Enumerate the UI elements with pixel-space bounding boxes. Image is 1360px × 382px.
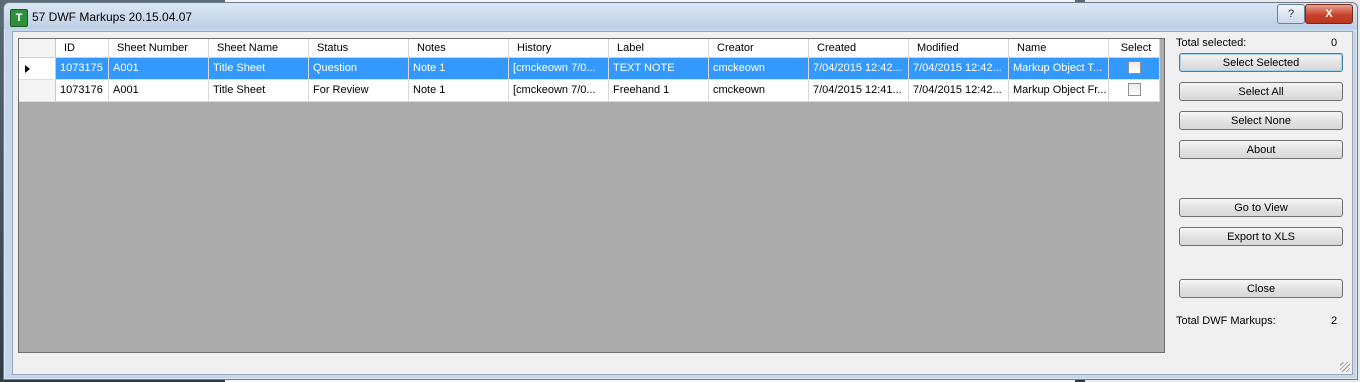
export-to-xls-button[interactable]: Export to XLS xyxy=(1179,227,1343,246)
title-bar[interactable]: T 57 DWF Markups 20.15.04.07 ? X xyxy=(4,3,1357,29)
total-markups-label: Total DWF Markups: xyxy=(1176,315,1276,327)
markups-grid[interactable]: ID Sheet Number Sheet Name Status Notes … xyxy=(18,38,1165,353)
resize-grip[interactable] xyxy=(1340,362,1350,372)
row-header-corner[interactable] xyxy=(19,39,56,57)
select-none-button[interactable]: Select None xyxy=(1179,111,1343,130)
window-close-button[interactable]: X xyxy=(1305,4,1353,24)
column-header-modified[interactable]: Modified xyxy=(909,39,1009,57)
column-header-sheet-name[interactable]: Sheet Name xyxy=(209,39,309,57)
cell-name[interactable]: Markup Object Fr... xyxy=(1009,80,1109,101)
column-header-sheet-number[interactable]: Sheet Number xyxy=(109,39,209,57)
cell-notes[interactable]: Note 1 xyxy=(409,80,509,101)
cell-creator[interactable]: cmckeown xyxy=(709,80,809,101)
total-selected-label: Total selected: xyxy=(1176,37,1247,49)
cell-label[interactable]: TEXT NOTE xyxy=(609,58,709,79)
row-header[interactable] xyxy=(19,58,56,79)
cell-notes[interactable]: Note 1 xyxy=(409,58,509,79)
row-header[interactable] xyxy=(19,80,56,101)
app-icon: T xyxy=(10,9,28,27)
column-header-history[interactable]: History xyxy=(509,39,609,57)
cell-status[interactable]: Question xyxy=(309,58,409,79)
column-header-notes[interactable]: Notes xyxy=(409,39,509,57)
close-button[interactable]: Close xyxy=(1179,279,1343,298)
column-header-name[interactable]: Name xyxy=(1009,39,1109,57)
cell-id[interactable]: 1073176 xyxy=(56,80,109,101)
cell-created[interactable]: 7/04/2015 12:41... xyxy=(809,80,909,101)
cell-modified[interactable]: 7/04/2015 12:42... xyxy=(909,58,1009,79)
select-selected-button[interactable]: Select Selected xyxy=(1179,53,1343,72)
column-header-select[interactable]: Select xyxy=(1109,39,1160,57)
column-header-label[interactable]: Label xyxy=(609,39,709,57)
cell-history[interactable]: [cmckeown 7/0... xyxy=(509,80,609,101)
total-selected-value: 0 xyxy=(1331,37,1338,49)
current-row-arrow-icon xyxy=(25,65,30,73)
about-button[interactable]: About xyxy=(1179,140,1343,159)
window-title: 57 DWF Markups 20.15.04.07 xyxy=(32,10,193,24)
cell-creator[interactable]: cmckeown xyxy=(709,58,809,79)
column-header-id[interactable]: ID xyxy=(56,39,109,57)
cell-created[interactable]: 7/04/2015 12:42... xyxy=(809,58,909,79)
go-to-view-button[interactable]: Go to View xyxy=(1179,198,1343,217)
total-markups-value: 2 xyxy=(1331,315,1338,327)
select-all-button[interactable]: Select All xyxy=(1179,82,1343,101)
side-panel: Total selected: 0 Select Selected Select… xyxy=(1173,32,1349,372)
cell-id[interactable]: 1073175 xyxy=(56,58,109,79)
grid-header: ID Sheet Number Sheet Name Status Notes … xyxy=(19,39,1160,58)
cell-select[interactable] xyxy=(1109,80,1160,101)
cell-sheet-number[interactable]: A001 xyxy=(109,58,209,79)
window-client-area: ID Sheet Number Sheet Name Status Notes … xyxy=(12,31,1353,375)
cell-label[interactable]: Freehand 1 xyxy=(609,80,709,101)
dwf-markups-window: T 57 DWF Markups 20.15.04.07 ? X ID Shee… xyxy=(3,2,1358,380)
cell-name[interactable]: Markup Object T... xyxy=(1009,58,1109,79)
column-header-status[interactable]: Status xyxy=(309,39,409,57)
column-header-created[interactable]: Created xyxy=(809,39,909,57)
table-row[interactable]: 1073175 A001 Title Sheet Question Note 1… xyxy=(19,58,1160,80)
cell-sheet-name[interactable]: Title Sheet xyxy=(209,80,309,101)
cell-sheet-name[interactable]: Title Sheet xyxy=(209,58,309,79)
cell-sheet-number[interactable]: A001 xyxy=(109,80,209,101)
select-checkbox[interactable] xyxy=(1127,60,1141,74)
help-button[interactable]: ? xyxy=(1277,4,1305,24)
cell-status[interactable]: For Review xyxy=(309,80,409,101)
cell-history[interactable]: [cmckeown 7/0... xyxy=(509,58,609,79)
cell-select[interactable] xyxy=(1109,58,1160,79)
cell-modified[interactable]: 7/04/2015 12:42... xyxy=(909,80,1009,101)
select-checkbox[interactable] xyxy=(1127,82,1141,96)
column-header-creator[interactable]: Creator xyxy=(709,39,809,57)
table-row[interactable]: 1073176 A001 Title Sheet For Review Note… xyxy=(19,80,1160,102)
